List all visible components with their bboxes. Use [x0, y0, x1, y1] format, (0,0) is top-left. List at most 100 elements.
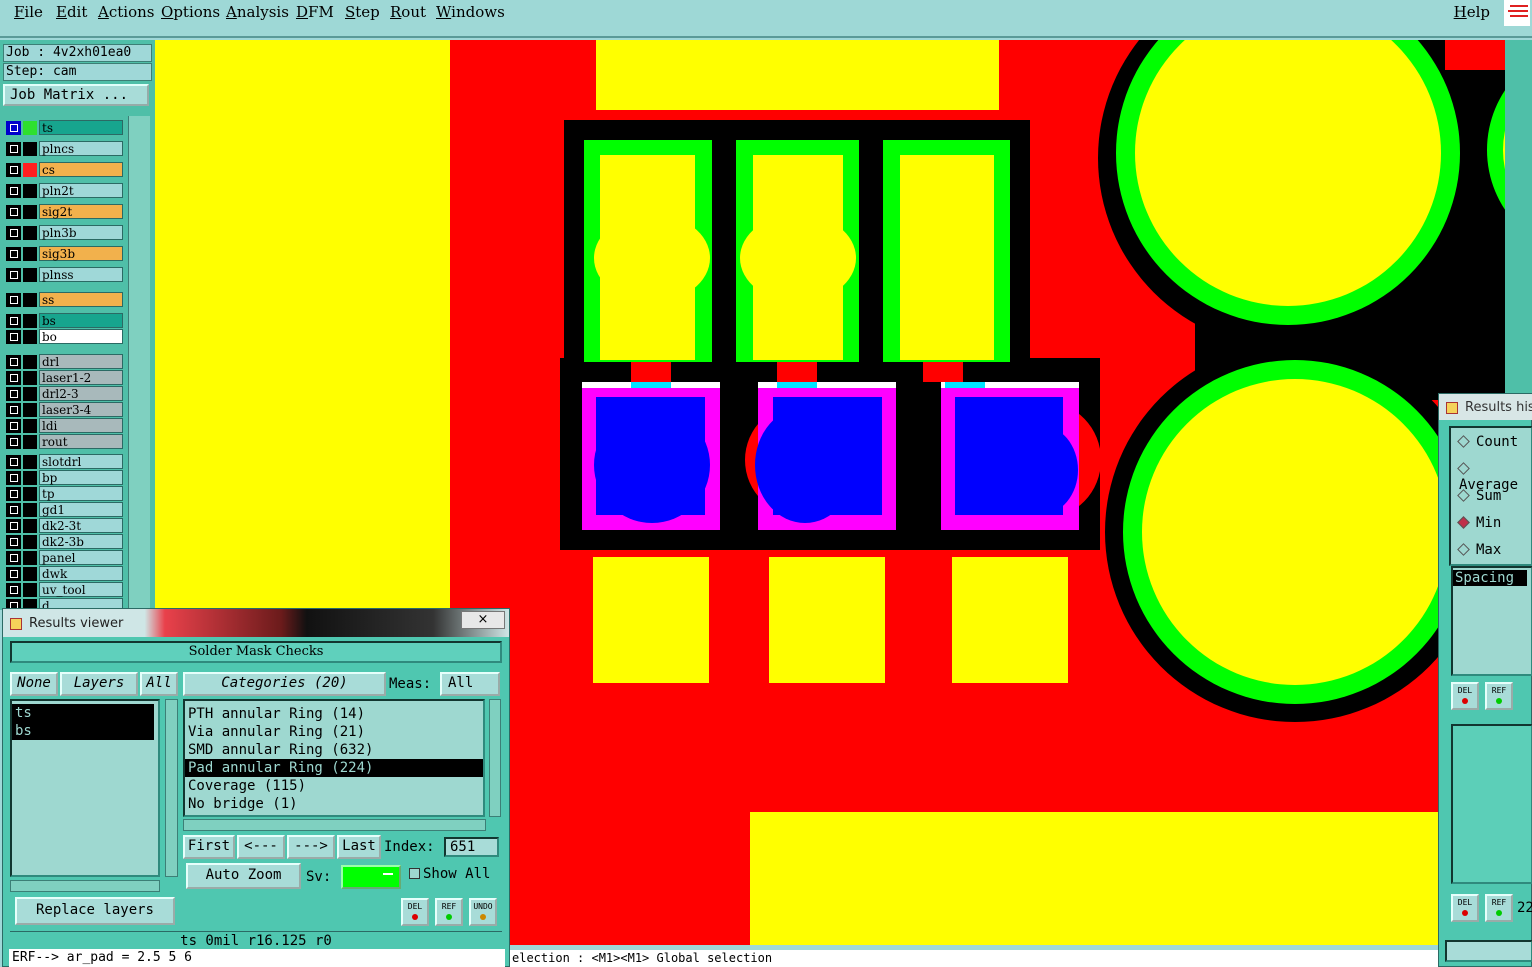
layer-name[interactable]: pln2t [39, 183, 123, 198]
histogram-option-sum[interactable]: Sum [1457, 488, 1501, 504]
all-button[interactable]: All [140, 672, 178, 696]
layer-name[interactable]: panel [39, 550, 123, 565]
menu-analysis[interactable]: Analysis [226, 3, 289, 21]
layer-checkbox[interactable] [6, 247, 21, 261]
ref-button-2[interactable]: REF [1485, 894, 1513, 922]
layer-color-swatch[interactable] [23, 551, 37, 565]
sv-color-select[interactable] [341, 865, 401, 889]
replace-layers-select[interactable]: Replace layers [15, 897, 175, 925]
layer-checkbox[interactable] [6, 330, 21, 344]
none-button[interactable]: None [10, 672, 58, 696]
layer-name[interactable]: rout [39, 434, 123, 449]
list-item[interactable]: bs [12, 722, 154, 740]
layer-checkbox[interactable] [6, 355, 21, 369]
layer-color-swatch[interactable] [23, 268, 37, 282]
category-item[interactable]: PTH annular Ring (14) [185, 705, 483, 723]
layer-color-swatch[interactable] [23, 330, 37, 344]
layers-button[interactable]: Layers [60, 672, 138, 696]
menu-edit[interactable]: Edit [56, 3, 87, 21]
layer-color-swatch[interactable] [23, 403, 37, 417]
layer-row[interactable]: pln3b [4, 225, 124, 240]
menu-help[interactable]: Help [1454, 3, 1490, 21]
layer-color-swatch[interactable] [23, 142, 37, 156]
layer-color-swatch[interactable] [23, 371, 37, 385]
category-item[interactable]: Pad annular Ring (224) [185, 759, 483, 777]
layer-row[interactable]: dk2-3b [4, 534, 124, 549]
layer-checkbox[interactable] [6, 371, 21, 385]
layer-name[interactable]: pln3b [39, 225, 123, 240]
categories-hscroll[interactable] [183, 819, 486, 831]
layer-row[interactable]: cs [4, 162, 124, 177]
menu-windows[interactable]: Windows [436, 3, 505, 21]
layer-color-swatch[interactable] [23, 314, 37, 328]
layer-name[interactable]: plncs [39, 141, 123, 156]
layer-checkbox[interactable] [6, 583, 21, 597]
layer-color-swatch[interactable] [23, 519, 37, 533]
histogram-titlebar[interactable]: Results histo [1439, 394, 1532, 420]
layer-checkbox[interactable] [6, 163, 21, 177]
layer-row[interactable]: dk2-3t [4, 518, 124, 533]
layer-checkbox[interactable] [6, 435, 21, 449]
category-item[interactable]: Coverage (115) [185, 777, 483, 795]
layer-row[interactable]: plncs [4, 141, 124, 156]
layer-name[interactable]: dk2-3b [39, 534, 123, 549]
auto-zoom-select[interactable]: Auto Zoom [186, 863, 301, 889]
layer-checkbox[interactable] [6, 184, 21, 198]
layer-name[interactable]: laser3-4 [39, 402, 123, 417]
layer-color-swatch[interactable] [23, 387, 37, 401]
category-item[interactable]: SMD annular Ring (632) [185, 741, 483, 759]
layer-color-swatch[interactable] [23, 583, 37, 597]
layer-name[interactable]: bs [39, 313, 123, 328]
layer-row[interactable]: bo [4, 329, 124, 344]
layer-row[interactable]: drl [4, 354, 124, 369]
layer-checkbox[interactable] [6, 121, 21, 135]
layer-checkbox[interactable] [6, 519, 21, 533]
layer-row[interactable]: tp [4, 486, 124, 501]
histogram-option-count[interactable]: Count [1457, 434, 1518, 450]
del-button[interactable]: DEL [401, 898, 429, 926]
layer-color-swatch[interactable] [23, 503, 37, 517]
layer-name[interactable]: laser1-2 [39, 370, 123, 385]
layer-row[interactable]: bp [4, 470, 124, 485]
layer-results-list[interactable]: ts bs [10, 699, 160, 877]
layer-row[interactable]: sig2t [4, 204, 124, 219]
histogram-option-min[interactable]: Min [1457, 515, 1501, 531]
layer-row[interactable]: rout [4, 434, 124, 449]
layer-checkbox[interactable] [6, 226, 21, 240]
menu-dfm[interactable]: DFM [296, 3, 334, 21]
layer-color-swatch[interactable] [23, 355, 37, 369]
job-matrix-button[interactable]: Job Matrix ... [3, 84, 149, 106]
layer-name[interactable]: ss [39, 292, 123, 307]
layer-row[interactable]: plnss [4, 267, 124, 282]
layer-color-swatch[interactable] [23, 163, 37, 177]
index-input[interactable]: 651 [444, 837, 499, 857]
menu-file[interactable]: File [14, 3, 43, 21]
layer-name[interactable]: dk2-3t [39, 518, 123, 533]
layer-color-swatch[interactable] [23, 471, 37, 485]
layer-name[interactable]: ldi [39, 418, 123, 433]
first-button[interactable]: First [183, 835, 235, 859]
del-button[interactable]: DEL [1451, 682, 1479, 710]
category-item[interactable]: No bridge (1) [185, 795, 483, 813]
layer-row[interactable]: ldi [4, 418, 124, 433]
layer-checkbox[interactable] [6, 487, 21, 501]
layer-color-swatch[interactable] [23, 455, 37, 469]
layer-list-hscroll[interactable] [10, 880, 160, 892]
close-button[interactable]: × [461, 611, 505, 629]
layer-color-swatch[interactable] [23, 487, 37, 501]
layer-name[interactable]: sig3b [39, 246, 123, 261]
menu-step[interactable]: Step [345, 3, 380, 21]
layer-checkbox[interactable] [6, 455, 21, 469]
layer-color-swatch[interactable] [23, 226, 37, 240]
layer-checkbox[interactable] [6, 503, 21, 517]
next-button[interactable]: ---> [287, 835, 335, 859]
undo-button[interactable]: UNDO [469, 898, 497, 926]
list-item[interactable]: ts [12, 704, 154, 722]
layer-row[interactable]: gd1 [4, 502, 124, 517]
right-scroll-strip[interactable] [1505, 40, 1532, 400]
layer-list-scrollbar[interactable] [128, 116, 150, 610]
layer-name[interactable]: drl2-3 [39, 386, 123, 401]
layer-color-swatch[interactable] [23, 205, 37, 219]
layer-checkbox[interactable] [6, 314, 21, 328]
layer-color-swatch[interactable] [23, 184, 37, 198]
